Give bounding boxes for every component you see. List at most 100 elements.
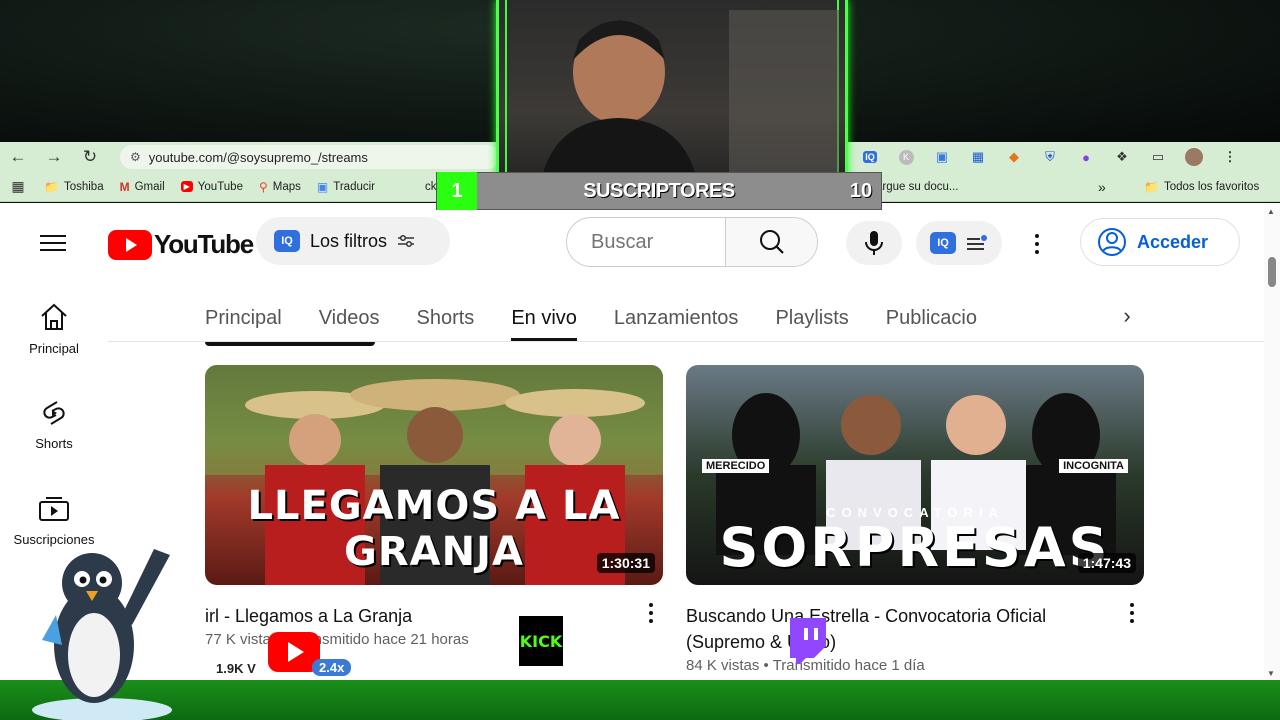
kick-logo-icon: KICK bbox=[519, 616, 563, 666]
streamer-figure bbox=[539, 10, 839, 189]
forward-arrow-icon: → bbox=[45, 147, 63, 166]
sidebar-item-shorts[interactable]: Shorts bbox=[0, 400, 108, 451]
reload-icon: ↻ bbox=[82, 147, 98, 166]
scroll-down-icon[interactable]: ▼ bbox=[1267, 669, 1275, 678]
bookmark-label: ck bbox=[425, 180, 437, 193]
apps-grid-icon[interactable]: ▦ bbox=[0, 172, 36, 202]
sliders-icon bbox=[398, 234, 415, 248]
bookmark-gmail[interactable]: M Gmail bbox=[112, 180, 173, 194]
maps-icon: ⚲ bbox=[258, 179, 268, 194]
bookmark-label: Maps bbox=[272, 180, 301, 193]
bookmark-youtube[interactable]: ▶ YouTube bbox=[173, 181, 251, 193]
bookmark-label: YouTube bbox=[197, 180, 243, 193]
penguin-mascot bbox=[32, 549, 172, 720]
video-more-icon[interactable] bbox=[1126, 603, 1138, 623]
sidebar-item-label: Shorts bbox=[35, 436, 73, 451]
droplet-extension-icon[interactable]: ● bbox=[1068, 142, 1104, 172]
grid-extension-icon[interactable]: ▦ bbox=[960, 142, 996, 172]
address-bar[interactable]: ⚙ youtube.com/@soysupremo_/streams bbox=[120, 145, 500, 169]
masthead: YouTube IQ Los filtros IQ bbox=[0, 203, 1264, 281]
subs-current: 1 bbox=[437, 172, 477, 210]
k-extension-icon[interactable]: K bbox=[888, 142, 924, 172]
youtube-viewers-count: 1.9K V bbox=[216, 661, 256, 676]
filters-label: Los filtros bbox=[310, 230, 388, 251]
search-box bbox=[566, 217, 818, 267]
folder-icon: 📁 bbox=[1144, 179, 1159, 194]
sidebar-item-principal[interactable]: Principal bbox=[0, 303, 108, 356]
translate-icon: ▣ bbox=[316, 179, 329, 194]
tabs-next-chevron-icon[interactable]: › bbox=[1112, 301, 1142, 331]
scroll-up-icon[interactable]: ▲ bbox=[1267, 207, 1275, 216]
subs-goal: 10 bbox=[849, 179, 873, 202]
sidebar-item-suscripciones[interactable]: Suscripciones bbox=[0, 496, 108, 547]
tab-publicaciones[interactable]: Publicacio bbox=[886, 295, 977, 341]
youtube-play-icon bbox=[108, 229, 152, 260]
video-title[interactable]: irl - Llegamos a La Granja bbox=[205, 603, 663, 629]
thumbnail-label-right: INCOGNITA bbox=[1059, 459, 1128, 473]
translate-extension-icon[interactable]: ▣ bbox=[924, 142, 960, 172]
page-scrollbar[interactable]: ▲ ▼ bbox=[1264, 203, 1280, 680]
bookmark-traducir[interactable]: ▣ Traducir bbox=[309, 180, 383, 194]
video-card[interactable]: LLEGAMOS A LA GRANJA 1:30:31 irl - Llega… bbox=[205, 365, 663, 648]
thumbnail-text: SORPRESAS bbox=[719, 516, 1111, 579]
search-button[interactable] bbox=[725, 218, 817, 266]
thumbnail-text: LLEGAMOS A LA GRANJA bbox=[247, 483, 621, 575]
browser-menu-icon[interactable]: ⋮ bbox=[1212, 142, 1248, 172]
filters-button[interactable]: IQ Los filtros bbox=[256, 217, 450, 265]
shield-extension-icon[interactable]: ⛨ bbox=[1032, 142, 1068, 172]
webcam-overlay bbox=[496, 0, 848, 192]
twitch-logo-icon bbox=[790, 618, 826, 664]
puzzle-extensions-icon[interactable]: ❖ bbox=[1104, 142, 1140, 172]
video-more-icon[interactable] bbox=[645, 603, 657, 623]
folder-icon: 📁 bbox=[44, 179, 59, 194]
scrollbar-thumb[interactable] bbox=[1268, 257, 1276, 287]
tab-videos[interactable]: Videos bbox=[319, 295, 380, 341]
forward-button[interactable]: → bbox=[36, 142, 72, 172]
sign-in-button[interactable]: Acceder bbox=[1080, 218, 1240, 266]
iq-icon: IQ bbox=[930, 232, 956, 254]
tab-principal[interactable]: Principal bbox=[205, 295, 282, 341]
stream-bottom-bar bbox=[0, 680, 1280, 720]
tab-lanzamientos[interactable]: Lanzamientos bbox=[614, 295, 739, 341]
cast-icon[interactable]: ▭ bbox=[1140, 142, 1176, 172]
bookmark-label: Gmail bbox=[134, 180, 165, 193]
home-icon bbox=[41, 303, 67, 330]
bookmarks-overflow-button[interactable]: » bbox=[1090, 179, 1114, 195]
bookmark-label: Traducir bbox=[333, 180, 375, 193]
tab-shorts[interactable]: Shorts bbox=[417, 295, 475, 341]
video-thumbnail[interactable]: MERECIDO INCOGNITA CONVOCATORIA SORPRESA… bbox=[686, 365, 1144, 585]
youtube-logo[interactable]: YouTube bbox=[108, 229, 254, 260]
overflow-chevron-icon: » bbox=[1098, 178, 1106, 195]
back-arrow-icon: ← bbox=[9, 147, 27, 166]
reload-button[interactable]: ↻ bbox=[72, 142, 108, 172]
tab-playlists[interactable]: Playlists bbox=[775, 295, 848, 341]
tab-en-vivo[interactable]: En vivo bbox=[511, 295, 577, 341]
logo-text: YouTube bbox=[154, 229, 254, 259]
bookmark-label: Todos los favoritos bbox=[1163, 180, 1260, 193]
channel-tabs: Principal Videos Shorts En vivo Lanzamie… bbox=[205, 295, 1014, 341]
search-input[interactable] bbox=[567, 218, 725, 266]
iq-extension-icon[interactable]: IQ bbox=[852, 142, 888, 172]
menu-icon[interactable] bbox=[38, 230, 68, 254]
url-text: youtube.com/@soysupremo_/streams bbox=[148, 149, 368, 165]
kick-label: KICK bbox=[519, 631, 563, 651]
bookmark-maps[interactable]: ⚲ Maps bbox=[251, 180, 309, 194]
account-icon bbox=[1098, 228, 1126, 256]
metamask-extension-icon[interactable]: ◆ bbox=[996, 142, 1032, 172]
bookmark-toshiba[interactable]: 📁 Toshiba bbox=[36, 180, 112, 194]
iq-extension-button[interactable]: IQ bbox=[916, 221, 1002, 265]
profile-avatar[interactable] bbox=[1176, 142, 1212, 172]
iq-icon: IQ bbox=[274, 230, 300, 252]
video-thumbnail[interactable]: LLEGAMOS A LA GRANJA 1:30:31 bbox=[205, 365, 663, 585]
voice-search-button[interactable] bbox=[846, 221, 902, 265]
all-bookmarks-folder[interactable]: 📁 Todos los favoritos bbox=[1136, 180, 1267, 194]
site-info-icon[interactable]: ⚙ bbox=[130, 150, 141, 164]
back-button[interactable]: ← bbox=[0, 142, 36, 172]
settings-menu-icon[interactable] bbox=[1024, 229, 1050, 259]
video-title[interactable]: Buscando Una Estrella - Convocatoria Ofi… bbox=[686, 603, 1144, 655]
subscriptions-icon bbox=[39, 497, 69, 521]
subs-label: SUSCRIPTORES bbox=[583, 179, 735, 202]
video-card[interactable]: MERECIDO INCOGNITA CONVOCATORIA SORPRESA… bbox=[686, 365, 1144, 674]
duration-badge: 1:47:43 bbox=[1077, 553, 1136, 573]
bookmark-partial[interactable]: argue su docu... bbox=[868, 181, 966, 193]
